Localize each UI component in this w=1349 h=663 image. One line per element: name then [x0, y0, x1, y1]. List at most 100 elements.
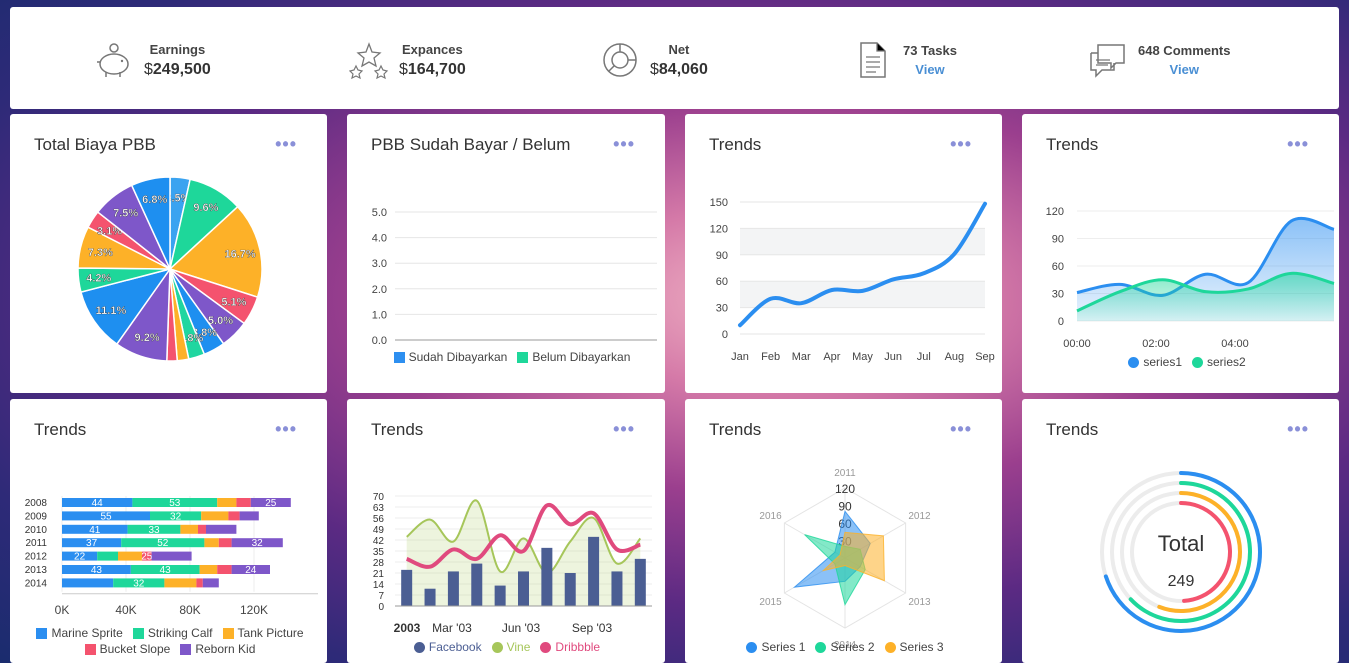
- legend-item[interactable]: Belum Dibayarkan: [517, 350, 630, 364]
- grid-band: [740, 228, 985, 255]
- earnings-value: 249,500: [152, 60, 211, 78]
- x-tick-label: May: [852, 351, 873, 363]
- legend-item[interactable]: Facebook: [413, 640, 482, 654]
- legend-swatch: [1128, 356, 1140, 368]
- bar-label: 43: [91, 565, 103, 576]
- y-tick-label: 0: [378, 602, 384, 613]
- x-tick-label: 0K: [55, 603, 70, 617]
- legend-swatch: [393, 351, 405, 363]
- legend-swatch: [746, 641, 758, 653]
- x-tick-label: Aug: [945, 351, 965, 363]
- x-tick-label: Mar: [792, 351, 811, 363]
- comments-view-link[interactable]: View: [1138, 62, 1230, 77]
- column-bar: [634, 558, 646, 606]
- hbar-card: Trends ••• 0K 40K 80K 120K 2008 44 53 25 2009 55 3…: [10, 399, 327, 663]
- y-tick-label: 120: [1046, 206, 1064, 218]
- legend-label: Vine: [506, 640, 531, 654]
- x-tick-label: Jan: [731, 351, 749, 363]
- y-tick-label: 4.0: [372, 233, 387, 245]
- tasks-label: 73 Tasks: [903, 43, 957, 58]
- bar-label: 32: [133, 578, 145, 589]
- chart-legend: series1 series2: [1042, 354, 1332, 370]
- bar-label: 22: [74, 552, 86, 563]
- bar-segment: [204, 538, 219, 548]
- legend-label: Bucket Slope: [99, 642, 171, 656]
- bar-label: 43: [160, 565, 172, 576]
- y-tick-label: 2014: [25, 578, 48, 589]
- x-tick-label: Apr: [823, 351, 840, 363]
- bar-segment: [164, 578, 197, 588]
- x-tick-label: Sep '03: [572, 621, 613, 635]
- legend-item[interactable]: Dribbble: [540, 640, 600, 654]
- x-tick-label: Jul: [917, 351, 931, 363]
- column-bar: [541, 547, 553, 606]
- sparkle-stars-icon: [349, 42, 389, 80]
- bar-segment: [180, 524, 198, 534]
- y-tick-label: 90: [1052, 234, 1064, 246]
- combo-card: Trends ••• 70 63 56 49 42 35 28 21 14 7 0 2003 Mar '…: [347, 399, 665, 663]
- bar-segment: [236, 498, 251, 507]
- radial-card: Trends ••• Total 249: [1022, 399, 1339, 663]
- bar-label: 41: [89, 525, 101, 536]
- legend-item[interactable]: Series 3: [884, 640, 944, 654]
- x-tick-label: 120K: [240, 603, 268, 617]
- x-tick-label: Sep: [975, 351, 995, 363]
- legend-item[interactable]: Vine: [491, 640, 531, 654]
- legend-item[interactable]: Striking Calf: [132, 626, 213, 640]
- column-bar: [471, 563, 483, 606]
- radar-axis-label: 2012: [908, 511, 931, 522]
- legend-label: Series 2: [830, 640, 875, 654]
- bar-label: 25: [141, 552, 153, 563]
- legend-item[interactable]: series1: [1128, 355, 1182, 369]
- pie-slice-label: 9.2%: [135, 332, 160, 344]
- y-tick-label: 120: [710, 223, 728, 235]
- x-tick-label: 40K: [115, 603, 136, 617]
- chart-legend: Series 1 Series 2 Series 3: [695, 639, 995, 655]
- net-value: 84,060: [658, 60, 708, 78]
- legend-label: Tank Picture: [237, 626, 304, 640]
- stats-bar: Earnings $249,500 Expances $164,700 Net …: [10, 7, 1339, 109]
- line-chart: 150 120 90 60 30 0Jan Feb Mar Apr May Jun Jul Aug Sep: [710, 197, 995, 363]
- bar-label: 32: [252, 538, 264, 549]
- radial-total-value: 249: [1168, 573, 1195, 590]
- y-tick-label: 2010: [25, 525, 48, 536]
- expances-label: Expances: [402, 41, 463, 57]
- expances-stat: Expances $164,700: [349, 35, 466, 85]
- bar-segment: [239, 511, 259, 521]
- expances-value: 164,700: [407, 60, 466, 78]
- legend-item[interactable]: Series 1: [746, 640, 805, 654]
- radar-axis-label: 2011: [834, 468, 856, 479]
- legend-item[interactable]: series2: [1192, 355, 1246, 369]
- y-tick-label: 3.0: [372, 258, 387, 270]
- y-tick-label: 1.0: [372, 309, 387, 321]
- combo-chart: 706356494235282114702003 Mar '03 Jun '03 Se…: [373, 492, 652, 635]
- pie-slice-label: 7.5%: [113, 208, 138, 220]
- column-bar: [447, 571, 459, 606]
- legend-item[interactable]: Marine Sprite: [36, 626, 123, 640]
- radar-chart: 201120122013201420152016120906030: [759, 468, 931, 651]
- y-tick-label: 0: [722, 329, 728, 341]
- bar-label: 52: [157, 538, 169, 549]
- stacked-bar-chart: 0K 40K 80K 120K 2008 44 53 25 2009 55 32 2010 41 33 20…: [25, 496, 318, 617]
- net-currency: $: [650, 60, 659, 78]
- legend-item[interactable]: Reborn Kid: [180, 642, 255, 656]
- chart-legend: Marine Sprite Striking Calf Tank Picture Bu…: [20, 625, 320, 657]
- legend-swatch: [491, 641, 503, 653]
- legend-item[interactable]: Sudah Dibayarkan: [393, 350, 507, 364]
- y-tick-label: 2.0: [372, 284, 387, 296]
- bar-segment: [196, 578, 203, 588]
- x-tick-label: 04:00: [1221, 338, 1249, 350]
- legend-item[interactable]: Series 2: [815, 640, 875, 654]
- pie-chart: 3.5%9.6%16.7%5.1%5.0%3.8%2.8%9.2%11.1%4.…: [77, 176, 263, 362]
- y-tick-label: 7: [378, 591, 384, 602]
- legend-item[interactable]: Tank Picture: [222, 626, 304, 640]
- legend-swatch: [222, 627, 234, 639]
- legend-item[interactable]: Bucket Slope: [84, 642, 171, 656]
- piggy-bank-icon: [97, 43, 129, 77]
- bar-label: 44: [92, 498, 104, 509]
- grid-band: [740, 281, 985, 308]
- radar-card: Trends ••• 2011 2012 2013 2014 2015 2016 120 90…: [685, 399, 1002, 663]
- legend-label: Belum Dibayarkan: [532, 350, 631, 364]
- column-bar: [611, 571, 623, 606]
- tasks-view-link[interactable]: View: [903, 62, 957, 77]
